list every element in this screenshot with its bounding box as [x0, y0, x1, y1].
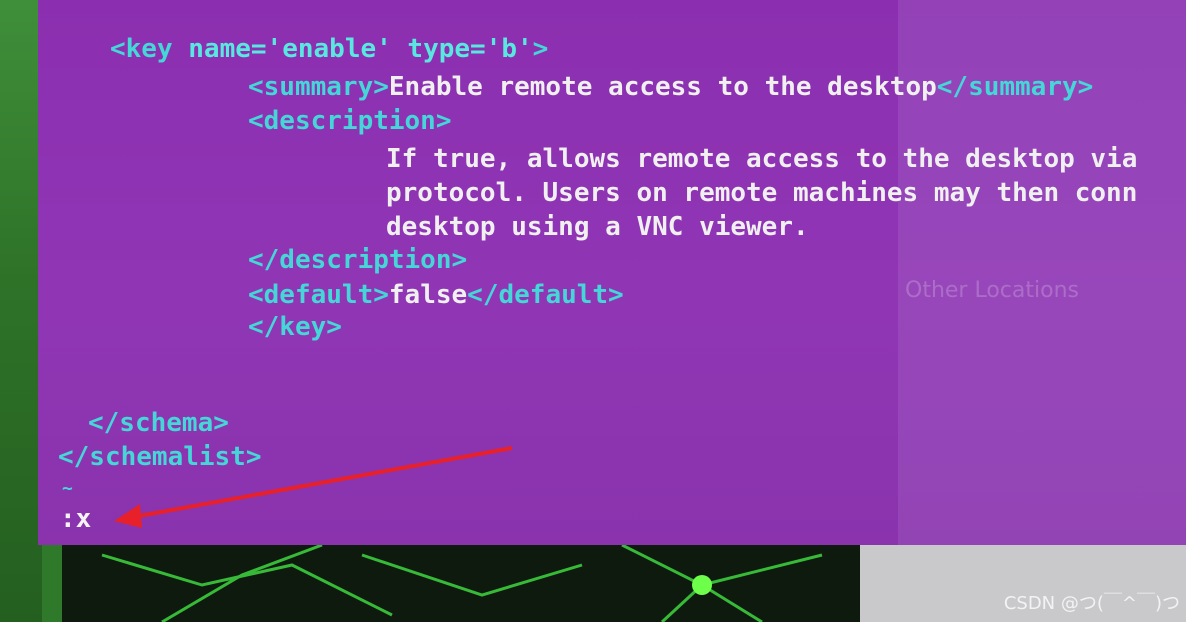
red-arrow-icon: [114, 446, 513, 528]
